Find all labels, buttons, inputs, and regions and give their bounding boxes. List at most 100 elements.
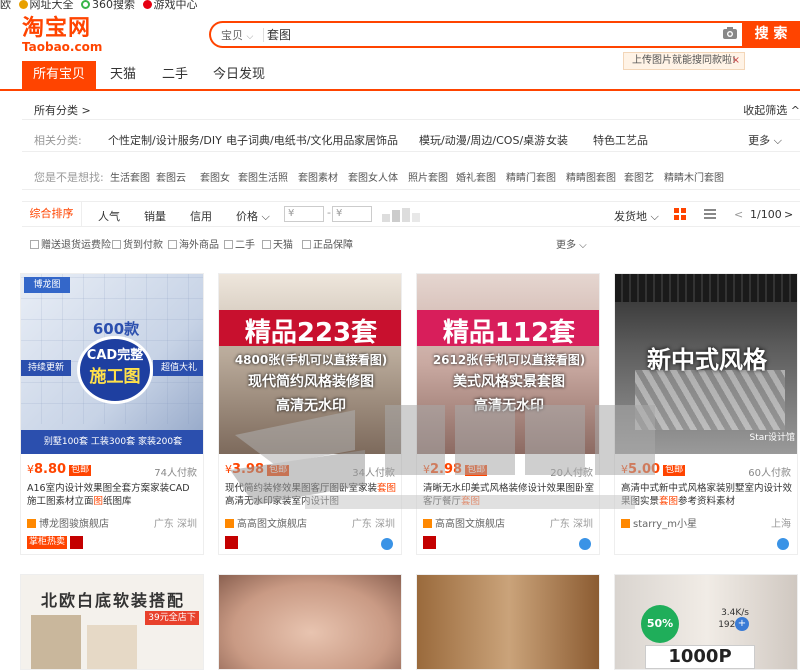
product-title[interactable]: 高清中式新中式风格家装别墅室内设计效果图实景套图参考资料素材 [621, 482, 793, 508]
suggest-item[interactable]: 精睛木门套图 [664, 169, 724, 184]
filter-cod[interactable]: 货到付款 [112, 236, 163, 251]
suggestions: 您是不是想找: 生活套图 套图云 套图女 套图生活照 套图素材 套图女人体 照片… [22, 160, 800, 190]
search-input[interactable] [267, 27, 697, 41]
shop-link[interactable]: 高高图文旗舰店 [423, 515, 505, 530]
price-to-input[interactable]: ¥ [332, 206, 372, 222]
checkbox[interactable] [224, 240, 233, 249]
more-filters-button[interactable]: 更多 ⌵ [556, 236, 587, 251]
filter-freight-insurance[interactable]: 赠送退货运费险 [30, 236, 111, 251]
product-title[interactable]: 清晰无水印美式风格装修设计效果图卧室客厅餐厅套图 [423, 482, 595, 508]
suggest-item[interactable]: 照片套图 [408, 169, 448, 184]
sort-price[interactable]: 价格 ⌵ [236, 208, 270, 224]
filter-secondhand[interactable]: 二手 [224, 236, 255, 251]
price-range-chart [382, 208, 422, 225]
sort-default[interactable]: 综合排序 [22, 202, 82, 226]
product-title[interactable]: A16室内设计效果图全套方案家装CAD施工图素材立面图纸图库 [27, 482, 199, 508]
tab-secondhand[interactable]: 二手 [152, 61, 198, 89]
checkbox[interactable] [168, 240, 177, 249]
tmall-icon [70, 536, 84, 549]
sold-count: 34人付款 [352, 468, 395, 479]
filter-overseas[interactable]: 海外商品 [168, 236, 219, 251]
product-image[interactable]: 博龙图 600款 持续更新 超值大礼 CAD完整 施工图 别墅100套 工装30… [21, 274, 203, 454]
suggest-item[interactable]: 套图云 [156, 169, 186, 184]
suggest-item[interactable]: 婚礼套图 [456, 169, 496, 184]
category-item[interactable]: 电子词典/电纸书/文化用品 [226, 132, 354, 148]
speed-percent: 50% [641, 605, 679, 643]
product-card[interactable] [416, 574, 600, 670]
product-title[interactable]: 现代简约装修效果图客厅图卧室家装套图高清无水印家装室内设计图 [225, 482, 397, 508]
grid-view-icon[interactable] [674, 208, 686, 223]
product-image[interactable]: 精品112套 2612张(手机可以直接看图) 美式风格实景套图 高清无水印 [417, 274, 599, 454]
location: 广东 深圳 [153, 519, 197, 530]
product-image[interactable]: 精品223套 4800张(手机可以直接看图) 现代简约风格装修图 高清无水印 [219, 274, 401, 454]
product-card[interactable]: 北欧白底软装搭配 39元全店下 [20, 574, 204, 670]
product-image[interactable] [417, 575, 599, 669]
suggest-item[interactable]: 精睛图套图 [566, 169, 616, 184]
suggest-item[interactable]: 套图素材 [298, 169, 338, 184]
suggest-item[interactable]: 套图女 [200, 169, 230, 184]
wangwang-icon[interactable] [777, 538, 789, 550]
product-price: ¥8.80 包邮 [27, 462, 92, 477]
product-image[interactable]: 北欧白底软装搭配 39元全店下 [21, 575, 203, 669]
product-card[interactable]: 精品112套 2612张(手机可以直接看图) 美式风格实景套图 高清无水印 ¥2… [416, 273, 600, 555]
sort-popular[interactable]: 人气 [98, 208, 120, 224]
ship-location-select[interactable]: 发货地 ⌵ [614, 208, 659, 224]
suggest-item[interactable]: 套图女人体 [348, 169, 398, 184]
sort-sales[interactable]: 销量 [144, 208, 166, 224]
prev-page-button[interactable]: < [734, 208, 743, 221]
filter-tmall[interactable]: 天猫 [262, 236, 293, 251]
suggest-item[interactable]: 生活套图 [110, 169, 150, 184]
tab-today[interactable]: 今日发现 [206, 61, 272, 89]
tab-all[interactable]: 所有宝贝 [22, 61, 96, 89]
category-item[interactable]: 家居饰品 [354, 132, 398, 148]
product-image[interactable]: 50% 3.4K/s 192K/s + 1000P [615, 575, 797, 669]
suggest-item[interactable]: 套图生活照 [238, 169, 288, 184]
suggest-item[interactable]: 精睛门套图 [506, 169, 556, 184]
banner-count: 精品112套 [442, 318, 576, 348]
shop-link[interactable]: 高高图文旗舰店 [225, 515, 307, 530]
product-card[interactable]: 50% 3.4K/s 192K/s + 1000P [614, 574, 798, 670]
camera-icon[interactable] [723, 27, 737, 39]
related-label: 相关分类: [34, 134, 82, 147]
product-card[interactable]: 精品223套 4800张(手机可以直接看图) 现代简约风格装修图 高清无水印 ¥… [218, 273, 402, 555]
all-categories-link[interactable]: 所有分类 > [34, 102, 91, 118]
category-item[interactable]: 模玩/动漫/周边/COS/桌游 [419, 132, 545, 148]
product-card[interactable] [218, 574, 402, 670]
wangwang-icon[interactable] [381, 538, 393, 550]
next-page-button[interactable]: > [784, 208, 793, 221]
suggest-item[interactable]: 套图艺 [624, 169, 654, 184]
sort-credit[interactable]: 信用 [190, 208, 212, 224]
bookmark-1[interactable]: 网址大全 [18, 0, 74, 10]
product-image[interactable] [219, 575, 401, 669]
checkbox[interactable] [262, 240, 271, 249]
product-card[interactable]: 博龙图 600款 持续更新 超值大礼 CAD完整 施工图 别墅100套 工装30… [20, 273, 204, 555]
filter-genuine[interactable]: 正品保障 [302, 236, 353, 251]
shop-icon [423, 519, 432, 528]
checkbox[interactable] [112, 240, 121, 249]
category-item[interactable]: 个性定制/设计服务/DIY [108, 132, 222, 148]
banner-quality: 高清无水印 [474, 398, 544, 414]
wangwang-icon[interactable] [579, 538, 591, 550]
checkbox[interactable] [30, 240, 39, 249]
bookmark-0[interactable]: 欧 [0, 0, 11, 10]
product-card[interactable]: 新中式风格 Star设计馆 ¥5.00 包邮 60人付款 高清中式新中式风格家装别… [614, 273, 798, 555]
list-view-icon[interactable] [704, 208, 716, 223]
category-item[interactable]: 女装 [546, 132, 568, 148]
search-scope-select[interactable]: 宝贝 ⌵ [221, 27, 253, 43]
bookmark-2[interactable]: 360搜索 [81, 0, 135, 10]
shop-link[interactable]: 博龙图骏旗舰店 [27, 515, 109, 530]
category-item[interactable]: 特色工艺品 [593, 132, 648, 148]
collapse-filter-link[interactable]: 收起筛选 ^ [743, 102, 800, 118]
tab-tmall[interactable]: 天猫 [100, 61, 146, 89]
bookmark-3[interactable]: 游戏中心 [142, 0, 198, 10]
more-categories-button[interactable]: 更多 ⌵ [748, 132, 782, 148]
shop-link[interactable]: starry_m小星 [621, 515, 697, 530]
price-from-input[interactable]: ¥ [284, 206, 324, 222]
search-button[interactable]: 搜 索 [742, 21, 800, 48]
taobao-logo[interactable]: 淘宝网 Taobao.com [22, 18, 102, 55]
checkbox[interactable] [302, 240, 311, 249]
banner-title: 北欧白底软装搭配 [40, 591, 185, 610]
product-image[interactable]: 新中式风格 Star设计馆 [615, 274, 797, 454]
banner-cad: CAD完整 [86, 348, 144, 363]
badges [423, 536, 439, 550]
